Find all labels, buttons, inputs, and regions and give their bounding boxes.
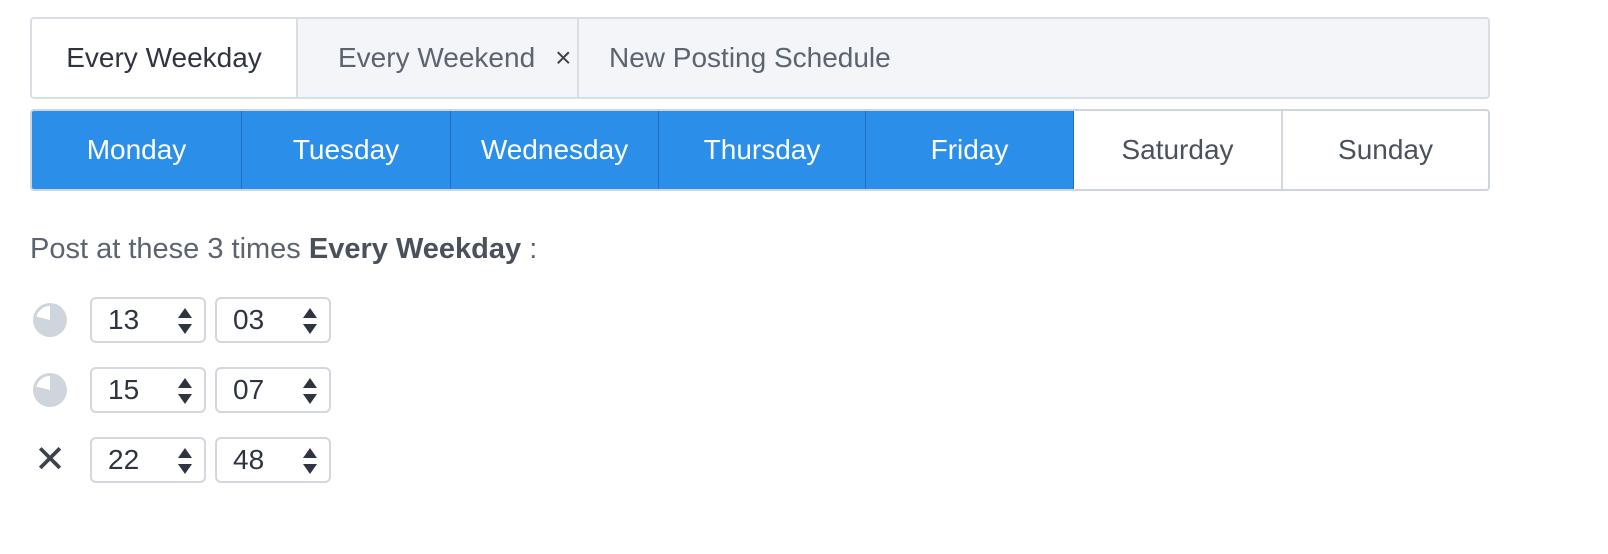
time-row: 13 03 [30,296,1490,344]
tab-every-weekend[interactable]: Every Weekend × [298,19,579,97]
remove-time-button[interactable]: ✕ [30,440,70,480]
hour-select[interactable]: 13 [90,297,206,343]
heading-suffix: : [529,233,538,265]
day-monday-toggle[interactable]: Monday [32,111,242,189]
time-row: 15 07 [30,366,1490,414]
stepper-arrows-icon [303,308,317,334]
times-heading: Post at these 3 times Every Weekday : [30,233,1490,266]
hour-value: 13 [108,304,140,335]
heading-prefix: Post at these 3 times [30,233,301,265]
close-icon[interactable]: × [555,42,571,74]
clock-icon [30,300,70,340]
tab-label: Every Weekday [66,42,262,73]
hour-select[interactable]: 15 [90,367,206,413]
day-thursday-toggle[interactable]: Thursday [659,111,866,189]
minute-select[interactable]: 07 [215,367,331,413]
minute-value: 03 [233,304,265,335]
minute-value: 07 [233,374,265,405]
hour-value: 22 [108,444,140,475]
minute-select[interactable]: 03 [215,297,331,343]
day-wednesday-toggle[interactable]: Wednesday [451,111,659,189]
tab-new-posting-schedule[interactable]: New Posting Schedule [579,19,1488,97]
stepper-arrows-icon [303,448,317,474]
day-tuesday-toggle[interactable]: Tuesday [242,111,451,189]
minute-select[interactable]: 48 [215,437,331,483]
time-row: ✕ 22 48 [30,436,1490,484]
minute-value: 48 [233,444,265,475]
day-saturday-toggle[interactable]: Saturday [1074,111,1283,189]
stepper-arrows-icon [178,378,192,404]
hour-select[interactable]: 22 [90,437,206,483]
time-list: 13 03 15 07 ✕ 22 48 [30,296,1490,484]
day-sunday-toggle[interactable]: Sunday [1283,111,1488,189]
close-icon[interactable]: ✕ [34,441,66,479]
stepper-arrows-icon [178,448,192,474]
day-friday-toggle[interactable]: Friday [866,111,1074,189]
stepper-arrows-icon [303,378,317,404]
clock-icon [30,370,70,410]
tab-label: Every Weekend [338,42,536,73]
posting-schedule-panel: Every Weekday Every Weekend × New Postin… [30,17,1490,506]
day-selector: Monday Tuesday Wednesday Thursday Friday… [30,109,1490,191]
tab-every-weekday[interactable]: Every Weekday [32,19,298,97]
heading-schedule-name: Every Weekday [308,233,522,265]
hour-value: 15 [108,374,140,405]
schedule-tabs: Every Weekday Every Weekend × New Postin… [30,17,1490,99]
stepper-arrows-icon [178,308,192,334]
tab-label: New Posting Schedule [609,42,891,73]
